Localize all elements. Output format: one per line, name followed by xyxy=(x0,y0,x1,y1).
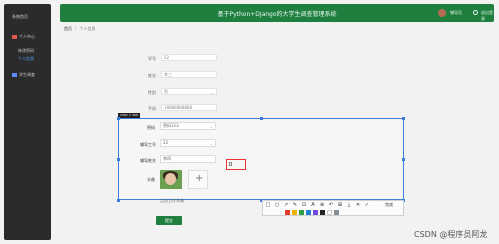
submit-button[interactable]: 提交 xyxy=(156,216,182,225)
undo-icon[interactable]: ↶ xyxy=(328,202,334,208)
check-icon[interactable]: ✓ xyxy=(364,202,370,208)
photo-face xyxy=(165,173,176,185)
pin-icon[interactable]: ⊞ xyxy=(337,202,343,208)
capture-toolbar: □ ○ ↗ ✎ ⊡ A ⊕ ↶ ⊞ ⤓ ✕ ✓ 完成 xyxy=(262,200,404,216)
close-icon[interactable]: ✕ xyxy=(355,202,361,208)
counselor-id-select[interactable]: 22 ⌄ xyxy=(160,139,216,147)
chevron-down-icon: ⌄ xyxy=(210,90,214,95)
password-select[interactable]: 密码123 ⌄ xyxy=(160,122,216,130)
sidebar-item-label: 个人中心 xyxy=(19,34,35,39)
form-label-student-id: 学号 xyxy=(148,56,156,61)
gender-select[interactable]: 男 ⌄ xyxy=(161,88,217,95)
form-label-password: 密码 xyxy=(147,125,155,130)
color-swatch[interactable] xyxy=(306,210,311,215)
breadcrumb-home[interactable]: 首页 xyxy=(64,26,72,31)
breadcrumb-current: 个人信息 xyxy=(79,26,96,31)
color-swatch[interactable] xyxy=(327,210,332,215)
number-tool-icon[interactable]: ⊕ xyxy=(319,202,325,208)
resize-handle[interactable] xyxy=(260,117,263,120)
sidebar-item-change-password[interactable]: 修改密码 xyxy=(18,48,34,54)
chevron-down-icon: ⌄ xyxy=(209,141,213,146)
sidebar-item-label: 学生调查 xyxy=(19,72,35,77)
sidebar-item-survey[interactable]: 学生调查 xyxy=(12,72,35,78)
page-title: 基于Python+Django的大学生调查管理系统 xyxy=(217,11,337,18)
sidebar: 系统首页 个人中心 修改密码 个人信息 学生调查 xyxy=(4,4,51,240)
form-label-avatar: 头像 xyxy=(147,177,155,182)
color-swatch[interactable] xyxy=(285,210,290,215)
text-tool-icon[interactable]: A xyxy=(310,202,316,208)
save-icon[interactable]: ⤓ xyxy=(346,202,352,208)
form-label-phone: 手机 xyxy=(148,106,156,111)
color-swatch[interactable] xyxy=(313,210,318,215)
form-label-counselor-name: 辅导姓名 xyxy=(140,158,156,163)
counselor-name-field[interactable]: 李四 xyxy=(160,155,216,163)
color-swatch[interactable] xyxy=(299,210,304,215)
form-label-gender: 性别 xyxy=(148,90,156,95)
color-swatch[interactable] xyxy=(334,210,339,215)
student-id-field[interactable]: 22 xyxy=(161,54,217,61)
mosaic-tool-icon[interactable]: ⊡ xyxy=(301,202,307,208)
sidebar-logo: 系统首页 xyxy=(12,14,28,19)
upload-button[interactable]: + xyxy=(188,170,208,189)
user-icon xyxy=(12,35,17,39)
resize-handle[interactable] xyxy=(402,117,405,120)
chevron-down-icon: ⌄ xyxy=(209,124,213,129)
upload-hint: 点击上传头像 xyxy=(160,198,184,203)
pen-tool-icon[interactable]: ✎ xyxy=(292,202,298,208)
resize-handle[interactable] xyxy=(402,158,405,161)
top-header: 基于Python+Django的大学生调查管理系统 辅导员 退出登录 xyxy=(60,4,494,22)
phone-field[interactable]: 18888888888 xyxy=(161,104,217,111)
annotation-rectangle[interactable] xyxy=(226,159,246,170)
color-swatch[interactable] xyxy=(320,210,325,215)
resize-handle[interactable] xyxy=(117,158,120,161)
power-icon[interactable] xyxy=(473,10,478,15)
arrow-tool-icon[interactable]: ↗ xyxy=(283,202,289,208)
form-label-name: 姓名 xyxy=(148,73,156,78)
logout-button[interactable]: 退出登录 xyxy=(481,10,494,22)
gender-value: 男 xyxy=(164,89,168,94)
watermark: CSDN @程序员阿龙 xyxy=(414,230,488,239)
cursor-icon xyxy=(229,162,232,166)
sidebar-item-personal-center[interactable]: 个人中心 xyxy=(12,34,35,40)
ellipse-tool-icon[interactable]: ○ xyxy=(274,202,280,208)
sidebar-item-label: 个人信息 xyxy=(18,56,34,61)
user-name: 辅导员 xyxy=(450,10,462,15)
plus-icon: + xyxy=(195,173,204,184)
resize-handle[interactable] xyxy=(117,199,120,202)
sidebar-item-profile[interactable]: 个人信息 xyxy=(18,56,34,62)
name-field[interactable]: 李三 xyxy=(161,71,217,78)
rectangle-tool-icon[interactable]: □ xyxy=(265,202,271,208)
color-swatch[interactable] xyxy=(292,210,297,215)
breadcrumb: 首页 / 个人信息 xyxy=(64,26,95,32)
done-button[interactable]: 完成 xyxy=(385,202,393,208)
breadcrumb-separator: / xyxy=(75,26,77,31)
avatar-photo xyxy=(160,170,182,189)
avatar[interactable] xyxy=(438,9,446,17)
resize-handle[interactable] xyxy=(117,117,120,120)
form-label-counselor-id: 辅导工号 xyxy=(140,142,156,147)
counselor-id-value: 22 xyxy=(163,140,169,145)
sidebar-item-label: 修改密码 xyxy=(18,48,34,53)
app-window: 系统首页 个人中心 修改密码 个人信息 学生调查 基于Python+Django… xyxy=(0,0,499,244)
survey-icon xyxy=(12,73,17,77)
password-value: 密码123 xyxy=(163,123,179,128)
